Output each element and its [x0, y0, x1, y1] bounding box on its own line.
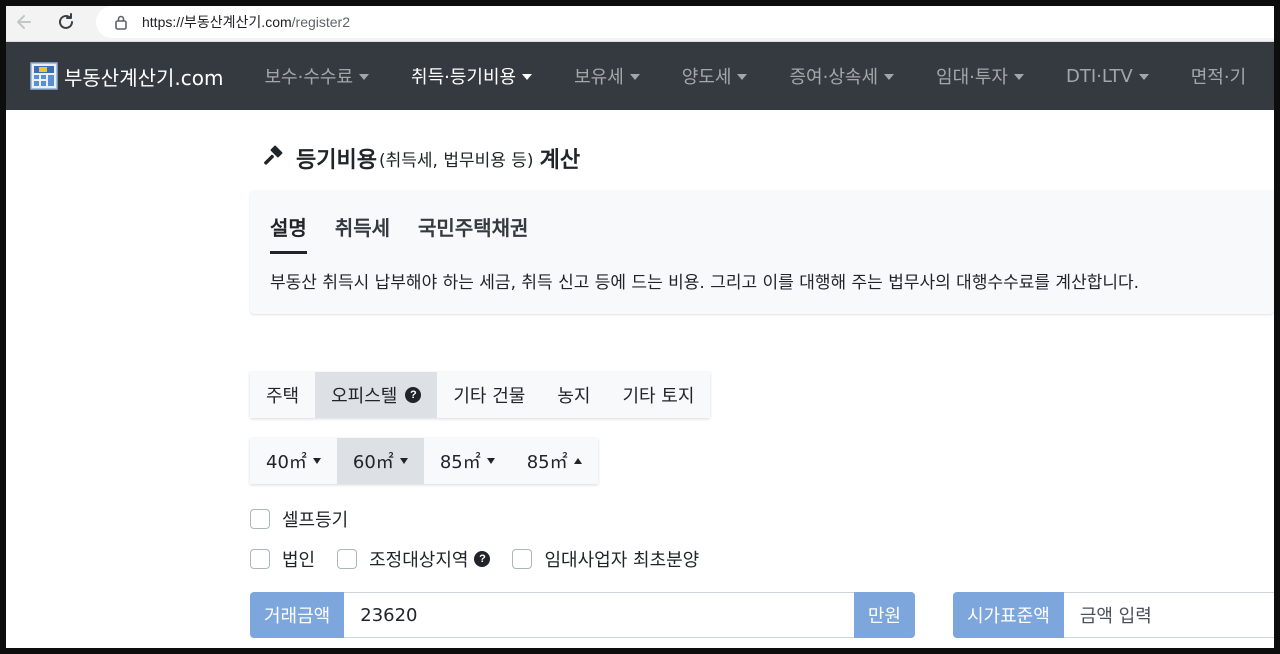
caret-down-icon: [522, 74, 533, 80]
checkbox-row-1: 셀프등기: [250, 506, 370, 532]
area-option-85-under[interactable]: 85㎡: [424, 438, 511, 484]
checkbox-box[interactable]: [512, 549, 533, 569]
back-button[interactable]: [10, 8, 38, 36]
checkbox-label: 조정대상지역: [369, 550, 469, 571]
area-option-60[interactable]: 60㎡: [336, 438, 424, 484]
caret-down-icon: [629, 74, 640, 80]
nav-item-transfer-tax[interactable]: 양도세: [661, 63, 769, 89]
nav-item-area[interactable]: 면적·기: [1170, 63, 1267, 89]
gavel-icon: [264, 145, 283, 165]
reload-button[interactable]: [52, 8, 80, 36]
nav-item-holding-tax[interactable]: 보유세: [553, 63, 661, 89]
property-type-selector: 주택 오피스텔? 기타 건물 농지 기타 토지: [250, 372, 711, 418]
standard-price-group: 시가표준액 금액 입력: [953, 592, 1280, 638]
caret-down-icon: [737, 74, 748, 80]
self-registration-checkbox[interactable]: 셀프등기: [250, 506, 348, 532]
reload-icon: [59, 13, 73, 29]
type-option-house[interactable]: 주택: [250, 372, 315, 418]
arrow-left-icon: [17, 15, 31, 29]
rental-first-sale-checkbox[interactable]: 임대사업자 최초분양: [512, 546, 699, 572]
unit-label: 만원: [853, 592, 915, 638]
caret-down-icon: [884, 74, 895, 80]
triangle-down-icon: [312, 458, 321, 464]
nav-item-acquisition-registration[interactable]: 취득·등기비용: [390, 63, 553, 89]
checkbox-box[interactable]: [250, 509, 270, 529]
address-bar[interactable]: https://부동산계산기.com/register2: [96, 6, 1276, 38]
title-suffix: 계산: [539, 148, 581, 173]
caret-down-icon: [1138, 74, 1149, 80]
lock-icon: [112, 13, 130, 31]
description-text: 부동산 취득시 납부해야 하는 세금, 취득 신고 등에 드는 비용. 그리고 …: [270, 273, 1140, 293]
standard-price-input[interactable]: 금액 입력: [1063, 592, 1280, 638]
tab-housing-bond[interactable]: 국민주택채권: [418, 212, 528, 254]
checkbox-box[interactable]: [250, 549, 270, 569]
type-option-other-building[interactable]: 기타 건물: [437, 372, 541, 418]
brand-link[interactable]: 부동산계산기.com: [30, 62, 223, 91]
checkbox-box[interactable]: [337, 549, 358, 569]
caret-down-icon: [359, 74, 370, 80]
browser-toolbar: https://부동산계산기.com/register2: [0, 0, 1280, 42]
checkbox-row-2: 법인 조정대상지역 ? 임대사업자 최초분양: [250, 546, 721, 572]
tab-description[interactable]: 설명: [270, 212, 307, 254]
nav-item-dti-ltv[interactable]: DTI·LTV: [1045, 66, 1170, 87]
tab-acquisition-tax[interactable]: 취득세: [335, 212, 390, 254]
type-option-officetel[interactable]: 오피스텔?: [315, 372, 438, 418]
area-option-85-over[interactable]: 85㎡: [511, 438, 598, 484]
standard-price-label: 시가표준액: [953, 592, 1064, 638]
transaction-price-input[interactable]: 23620: [344, 592, 854, 638]
question-circle-icon[interactable]: ?: [474, 551, 491, 567]
type-option-other-land[interactable]: 기타 토지: [606, 372, 710, 418]
url-text: https://부동산계산기.com/register2: [142, 14, 350, 30]
calculator-logo-icon: [30, 62, 58, 90]
question-circle-icon[interactable]: ?: [405, 387, 422, 403]
nav-item-gift-inheritance[interactable]: 증여·상속세: [768, 63, 915, 89]
checkbox-label: 법인: [282, 550, 316, 571]
title-paren: (취득세, 법무비용 등): [378, 150, 534, 171]
title-main: 등기비용: [296, 148, 377, 173]
brand-name: 부동산계산기.com: [64, 65, 224, 90]
triangle-down-icon: [486, 458, 495, 464]
nav-item-fees[interactable]: 보수·수수료: [243, 63, 390, 89]
main-menu: 보수·수수료 취득·등기비용 보유세 양도세 증여·상속세 임대·투자 DTI·…: [243, 63, 1267, 89]
area-option-40[interactable]: 40㎡: [250, 438, 337, 484]
info-card: 설명 취득세 국민주택채권 부동산 취득시 납부해야 하는 세금, 취득 신고 …: [250, 190, 1274, 314]
area-selector: 40㎡ 60㎡ 85㎡ 85㎡: [250, 438, 598, 484]
nav-item-rental-investment[interactable]: 임대·투자: [915, 63, 1045, 89]
regulated-area-checkbox[interactable]: 조정대상지역 ?: [337, 546, 491, 572]
caret-down-icon: [1013, 74, 1024, 80]
transaction-price-group: 거래금액 23620 만원: [250, 592, 915, 638]
corporation-checkbox[interactable]: 법인: [250, 546, 315, 572]
info-tabs: 설명 취득세 국민주택채권: [270, 212, 556, 254]
site-navbar: 부동산계산기.com 보수·수수료 취득·등기비용 보유세 양도세 증여·상속세…: [6, 42, 1274, 110]
page-title: 등기비용 (취득세, 법무비용 등) 계산: [260, 142, 580, 174]
triangle-down-icon: [399, 458, 408, 464]
type-option-farmland[interactable]: 농지: [541, 372, 606, 418]
checkbox-label: 임대사업자 최초분양: [544, 550, 700, 571]
transaction-price-label: 거래금액: [250, 592, 345, 638]
triangle-up-icon: [573, 458, 582, 464]
checkbox-label: 셀프등기: [282, 510, 349, 531]
